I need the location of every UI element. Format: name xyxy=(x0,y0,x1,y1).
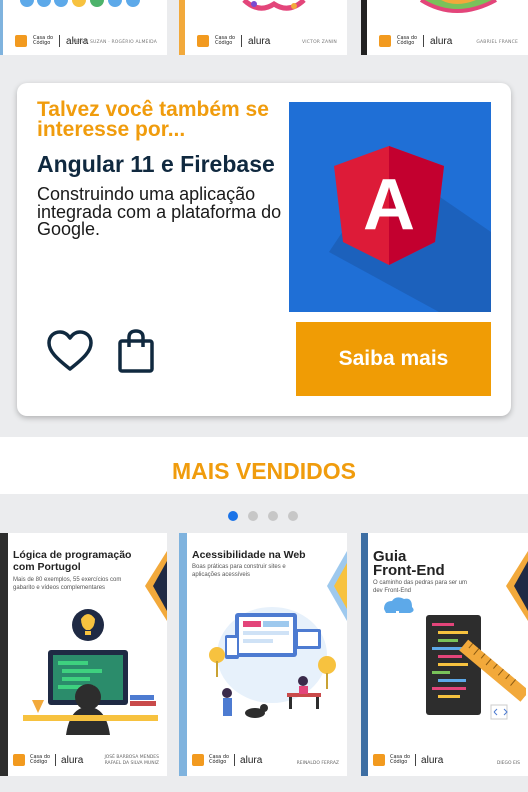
add-to-cart-button[interactable] xyxy=(117,329,155,373)
book-author: DIEGO EIS xyxy=(496,761,520,766)
book-author: JOSÉ BARBOSA MENDES RAFAEL DA SILVA MUNI… xyxy=(104,755,159,766)
alura-logo: alura xyxy=(248,35,271,47)
publisher-name: Casa do Código xyxy=(30,754,51,765)
favorite-button[interactable] xyxy=(46,329,94,373)
carousel-dot-2[interactable] xyxy=(248,511,258,521)
book-subtitle: O caminho das pedras para ser um dev Fro… xyxy=(373,580,468,594)
shopping-bag-icon xyxy=(118,329,154,373)
book-author: ARTUR SUZAN · ROGÉRIO ALMEIDA xyxy=(72,40,157,45)
logo-separator xyxy=(241,35,243,47)
programmer-illustration xyxy=(23,609,158,735)
carousel-dot-1[interactable] xyxy=(228,511,238,521)
cover-art xyxy=(242,0,306,11)
casa-do-codigo-logo xyxy=(15,35,27,47)
front-end-illustration xyxy=(384,597,526,720)
alura-logo: alura xyxy=(430,35,453,47)
book-author: REINALDO FERRAZ xyxy=(296,761,339,766)
section-title: MAIS VENDIDOS xyxy=(171,458,357,484)
publisher-name: Casa do Código xyxy=(390,754,411,765)
logo-separator xyxy=(59,35,61,47)
accessibility-illustration xyxy=(209,607,336,718)
publisher-name: Casa do Código xyxy=(397,35,418,46)
recommendation-card: Talvez você também se interesse por... A… xyxy=(17,83,511,416)
book-cover-top-3[interactable]: Casa do Código alura GABRIEL FRANCE xyxy=(361,0,528,55)
bestsellers-header: MAIS VENDIDOS xyxy=(0,437,528,494)
alura-logo: alura xyxy=(240,754,263,766)
book-title: Lógica de programação com Portugol xyxy=(13,549,132,573)
recommended-book-cover[interactable]: A xyxy=(289,102,491,312)
bestseller-book-1[interactable]: Lógica de programação com Portugol Mais … xyxy=(0,533,167,776)
casa-do-codigo-logo xyxy=(197,35,209,47)
carousel-dot-3[interactable] xyxy=(268,511,278,521)
book-title: Guia Front-End xyxy=(373,548,445,579)
learn-more-button[interactable]: Saiba mais xyxy=(296,322,491,396)
logo-separator xyxy=(55,754,57,766)
carousel-dot-4[interactable] xyxy=(288,511,298,521)
recommended-book-description: Construindo uma aplicação integrada com … xyxy=(37,184,282,239)
casa-do-codigo-logo xyxy=(379,35,391,47)
book-cover-top-1[interactable]: Casa do Código alura ARTUR SUZAN · ROGÉR… xyxy=(0,0,167,55)
angular-letter: A xyxy=(363,165,415,245)
cover-art xyxy=(419,0,497,13)
logo-separator xyxy=(415,754,417,766)
bestseller-book-3[interactable]: Guia Front-End O caminho das pedras para… xyxy=(361,533,528,776)
casa-do-codigo-logo xyxy=(373,754,385,766)
cover-art xyxy=(20,0,140,7)
book-subtitle: Boas práticas para construir sites e apl… xyxy=(192,564,286,578)
book-publisher-logos: Casa do Código alura xyxy=(373,754,443,766)
publisher-name: Casa do Código xyxy=(33,35,54,46)
book-cover-top-2[interactable]: Casa do Código alura VICTOR ZANIN xyxy=(179,0,347,55)
alura-logo: alura xyxy=(421,754,444,766)
publisher-name: Casa do Código xyxy=(215,35,236,46)
logo-separator xyxy=(234,754,236,766)
recommended-book-title[interactable]: Angular 11 e Firebase xyxy=(37,151,275,178)
casa-do-codigo-logo xyxy=(13,754,25,766)
heart-icon xyxy=(47,330,93,371)
book-publisher-logos: Casa do Código alura xyxy=(13,754,83,766)
bestseller-book-2[interactable]: Acessibilidade na Web Boas práticas para… xyxy=(179,533,347,776)
casa-do-codigo-logo xyxy=(192,754,204,766)
book-subtitle: Mais de 80 exemplos, 55 exercícios com g… xyxy=(13,577,122,591)
alura-logo: alura xyxy=(61,754,84,766)
book-author: GABRIEL FRANCE xyxy=(476,40,518,45)
carousel-pagination xyxy=(228,511,298,521)
book-author: VICTOR ZANIN xyxy=(301,40,337,45)
logo-separator xyxy=(423,35,425,47)
angular-logo: A xyxy=(329,146,491,312)
book-publisher-logos: Casa do Código alura xyxy=(192,754,262,766)
recommendation-kicker: Talvez você também se interesse por... xyxy=(37,98,269,141)
book-title: Acessibilidade na Web xyxy=(192,549,306,561)
publisher-name: Casa do Código xyxy=(209,754,230,765)
book-strip-top: Casa do Código alura ARTUR SUZAN · ROGÉR… xyxy=(0,0,528,56)
